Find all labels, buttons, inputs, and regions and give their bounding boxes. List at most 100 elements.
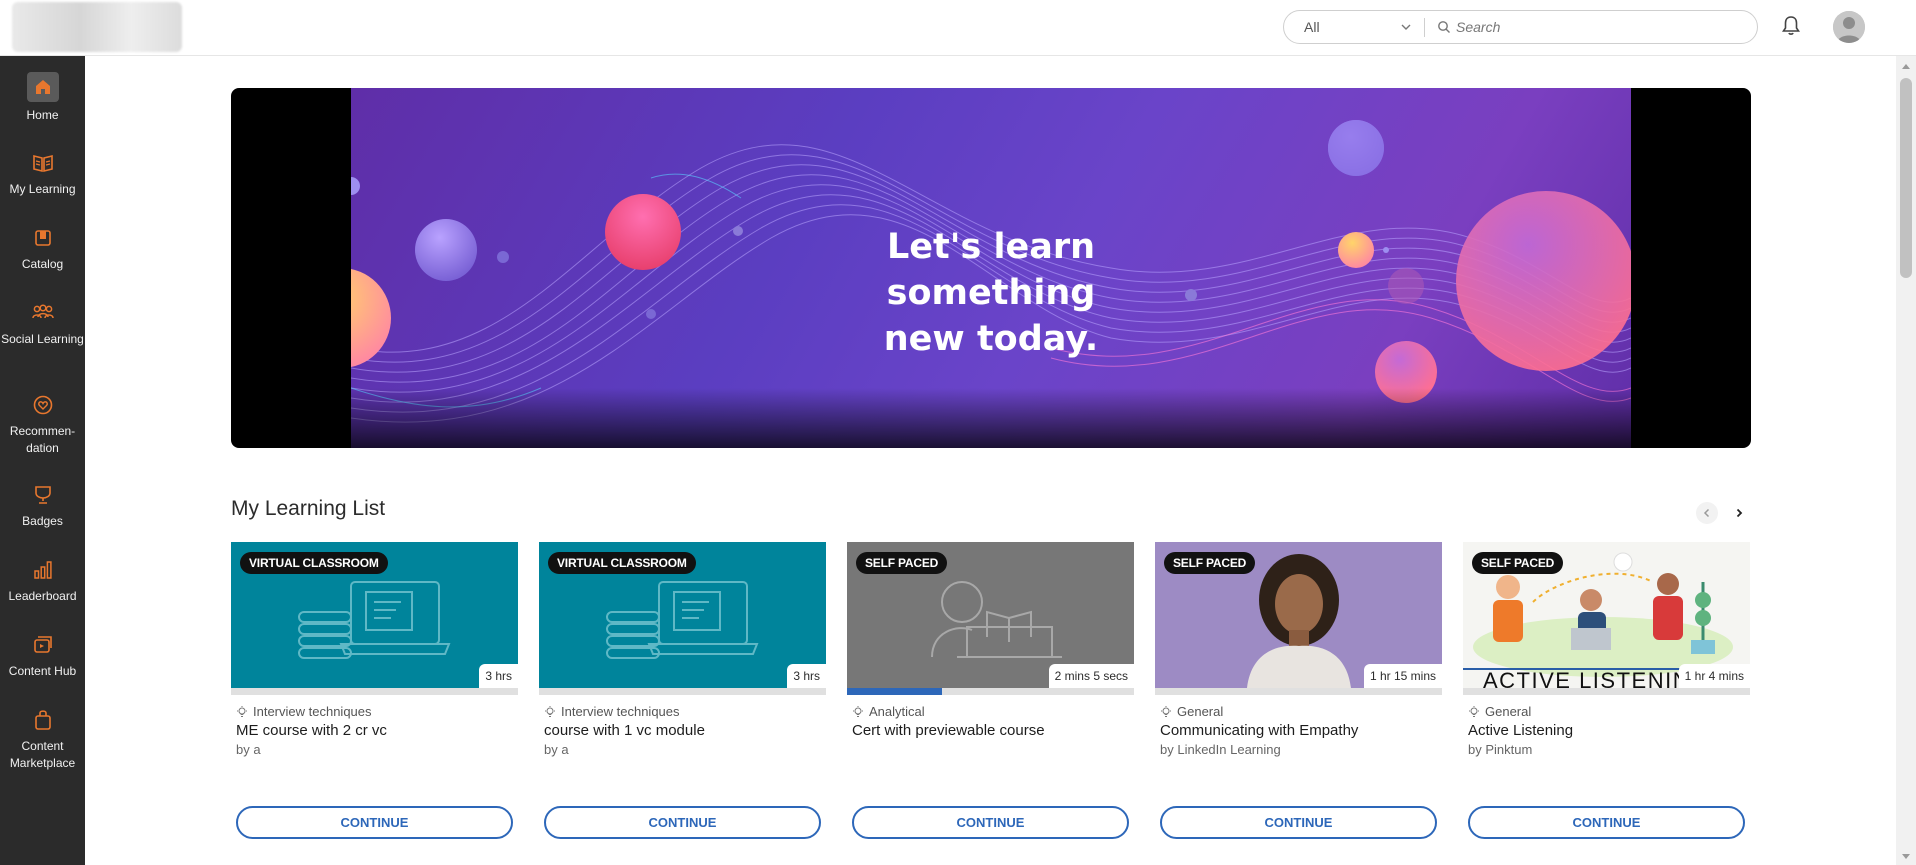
carousel-next-button[interactable] bbox=[1728, 502, 1750, 524]
sidebar-item-label: Leaderboard bbox=[8, 589, 77, 603]
thumbnail-caption: ACTIVE LISTENING bbox=[1483, 668, 1709, 688]
course-title[interactable]: course with 1 vc module bbox=[544, 722, 705, 739]
lightbulb-icon bbox=[545, 705, 555, 717]
course-author: by Pinktum bbox=[1468, 742, 1533, 757]
course-author: by LinkedIn Learning bbox=[1160, 742, 1281, 757]
continue-button[interactable]: CONTINUE bbox=[852, 806, 1129, 839]
duration-label: 2 mins 5 secs bbox=[1048, 664, 1134, 688]
home-icon bbox=[26, 72, 59, 102]
sidebar-item-label: Recommen- dation bbox=[9, 424, 76, 455]
delivery-type-badge: VIRTUAL CLASSROOM bbox=[548, 552, 696, 574]
sidebar-item-leaderboard[interactable]: Leaderboard bbox=[0, 557, 85, 605]
user-avatar-icon bbox=[1833, 11, 1865, 43]
skill-name: General bbox=[1485, 704, 1532, 719]
delivery-type-badge: SELF PACED bbox=[1472, 552, 1564, 574]
content-hub-icon bbox=[30, 632, 56, 658]
course-thumbnail[interactable]: VIRTUAL CLASSROOM 3 hrs bbox=[231, 542, 518, 688]
skill-tag: General bbox=[1160, 704, 1223, 719]
scroll-up-arrow[interactable] bbox=[1902, 64, 1910, 69]
left-sidebar: Home My Learning Catalog Social Learning… bbox=[0, 56, 85, 865]
search-bar: All bbox=[1283, 10, 1758, 44]
sidebar-item-label: Home bbox=[26, 108, 59, 122]
course-card[interactable]: SELF PACED 1 hr 15 mins General Communic… bbox=[1155, 542, 1442, 842]
section-title: My Learning List bbox=[231, 497, 386, 520]
course-thumbnail[interactable]: SELF PACED 1 hr 15 mins bbox=[1155, 542, 1442, 688]
banner-headline-line-2: new today. bbox=[883, 319, 1099, 359]
top-header: All bbox=[0, 0, 1916, 56]
course-card[interactable]: VIRTUAL CLASSROOM 3 hrs Interview techni… bbox=[539, 542, 826, 842]
course-title[interactable]: ME course with 2 cr vc bbox=[236, 722, 387, 739]
duration-label: 3 hrs bbox=[479, 664, 518, 688]
course-card[interactable]: SELF PACED 2 mins 5 secs Analytical Cert… bbox=[847, 542, 1134, 842]
duration-label: 1 hr 15 mins bbox=[1363, 664, 1442, 688]
hero-banner: Let's learn something new today. bbox=[231, 88, 1751, 448]
sidebar-item-label: Catalog bbox=[21, 257, 64, 271]
search-scope-dropdown[interactable]: All bbox=[1284, 11, 1424, 43]
progress-track bbox=[539, 688, 826, 695]
sidebar-item-label: Content Hub bbox=[8, 664, 77, 678]
skill-name: Analytical bbox=[869, 704, 925, 719]
course-author: by a bbox=[236, 742, 261, 757]
carousel-prev-button[interactable] bbox=[1696, 502, 1718, 524]
bar-chart-icon bbox=[30, 557, 56, 583]
sidebar-item-content-hub[interactable]: Content Hub bbox=[0, 632, 85, 680]
delivery-type-badge: SELF PACED bbox=[856, 552, 948, 574]
course-card[interactable]: ACTIVE LISTENING SELF PACED 1 hr 4 mins … bbox=[1463, 542, 1750, 842]
scroll-down-arrow[interactable] bbox=[1902, 854, 1910, 859]
search-divider bbox=[1424, 18, 1425, 37]
continue-button[interactable]: CONTINUE bbox=[1160, 806, 1437, 839]
chevron-down-icon bbox=[1401, 24, 1411, 30]
badge-icon bbox=[30, 482, 56, 508]
continue-button[interactable]: CONTINUE bbox=[1468, 806, 1745, 839]
progress-track bbox=[1463, 688, 1750, 695]
lightbulb-icon bbox=[237, 705, 247, 717]
duration-label: 3 hrs bbox=[787, 664, 826, 688]
progress-track bbox=[1155, 688, 1442, 695]
course-title[interactable]: Cert with previewable course bbox=[852, 722, 1045, 739]
people-icon bbox=[30, 300, 56, 326]
continue-button[interactable]: CONTINUE bbox=[236, 806, 513, 839]
heart-badge-icon bbox=[30, 392, 56, 418]
course-thumbnail[interactable]: VIRTUAL CLASSROOM 3 hrs bbox=[539, 542, 826, 688]
bell-icon[interactable] bbox=[1781, 15, 1801, 37]
company-logo[interactable] bbox=[12, 2, 182, 52]
continue-button[interactable]: CONTINUE bbox=[544, 806, 821, 839]
delivery-type-badge: SELF PACED bbox=[1164, 552, 1256, 574]
course-title[interactable]: Active Listening bbox=[1468, 722, 1573, 739]
course-card[interactable]: VIRTUAL CLASSROOM 3 hrs Interview techni… bbox=[231, 542, 518, 842]
scroll-thumb[interactable] bbox=[1900, 78, 1912, 278]
search-input[interactable] bbox=[1456, 15, 1746, 39]
skill-name: General bbox=[1177, 704, 1224, 719]
sidebar-item-badges[interactable]: Badges bbox=[0, 482, 85, 530]
course-title[interactable]: Communicating with Empathy bbox=[1160, 722, 1358, 739]
skill-tag: Analytical bbox=[852, 704, 925, 719]
skill-name: Interview techniques bbox=[253, 704, 372, 719]
skill-tag: Interview techniques bbox=[544, 704, 680, 719]
sidebar-item-label: Content Marketplace bbox=[9, 739, 76, 770]
user-avatar[interactable] bbox=[1833, 11, 1865, 43]
sidebar-item-home[interactable]: Home bbox=[0, 72, 85, 124]
progress-track bbox=[231, 688, 518, 695]
sidebar-item-my-learning[interactable]: My Learning bbox=[0, 150, 85, 198]
lightbulb-icon bbox=[1161, 705, 1171, 717]
skill-tag: Interview techniques bbox=[236, 704, 372, 719]
page-scrollbar[interactable] bbox=[1896, 56, 1916, 865]
bag-icon bbox=[30, 707, 56, 733]
search-icon bbox=[1438, 21, 1450, 33]
sidebar-item-recommendation[interactable]: Recommen- dation bbox=[0, 392, 85, 457]
course-thumbnail[interactable]: SELF PACED 2 mins 5 secs bbox=[847, 542, 1134, 688]
banner-headline-line-1: Let's learn something bbox=[886, 227, 1096, 313]
sidebar-item-social-learning[interactable]: Social Learning bbox=[0, 300, 85, 348]
sidebar-item-catalog[interactable]: Catalog bbox=[0, 225, 85, 273]
sidebar-item-label: Badges bbox=[22, 514, 63, 528]
sidebar-item-content-marketplace[interactable]: Content Marketplace bbox=[0, 707, 85, 772]
skill-tag: General bbox=[1468, 704, 1531, 719]
banner-fade bbox=[351, 388, 1631, 448]
lightbulb-icon bbox=[1469, 705, 1479, 717]
sidebar-item-label: My Learning bbox=[9, 182, 76, 196]
course-thumbnail[interactable]: ACTIVE LISTENING SELF PACED 1 hr 4 mins bbox=[1463, 542, 1750, 688]
banner-artwork: Let's learn something new today. bbox=[351, 88, 1631, 448]
duration-label: 1 hr 4 mins bbox=[1678, 664, 1750, 688]
skill-name: Interview techniques bbox=[561, 704, 680, 719]
progress-fill bbox=[847, 688, 942, 695]
